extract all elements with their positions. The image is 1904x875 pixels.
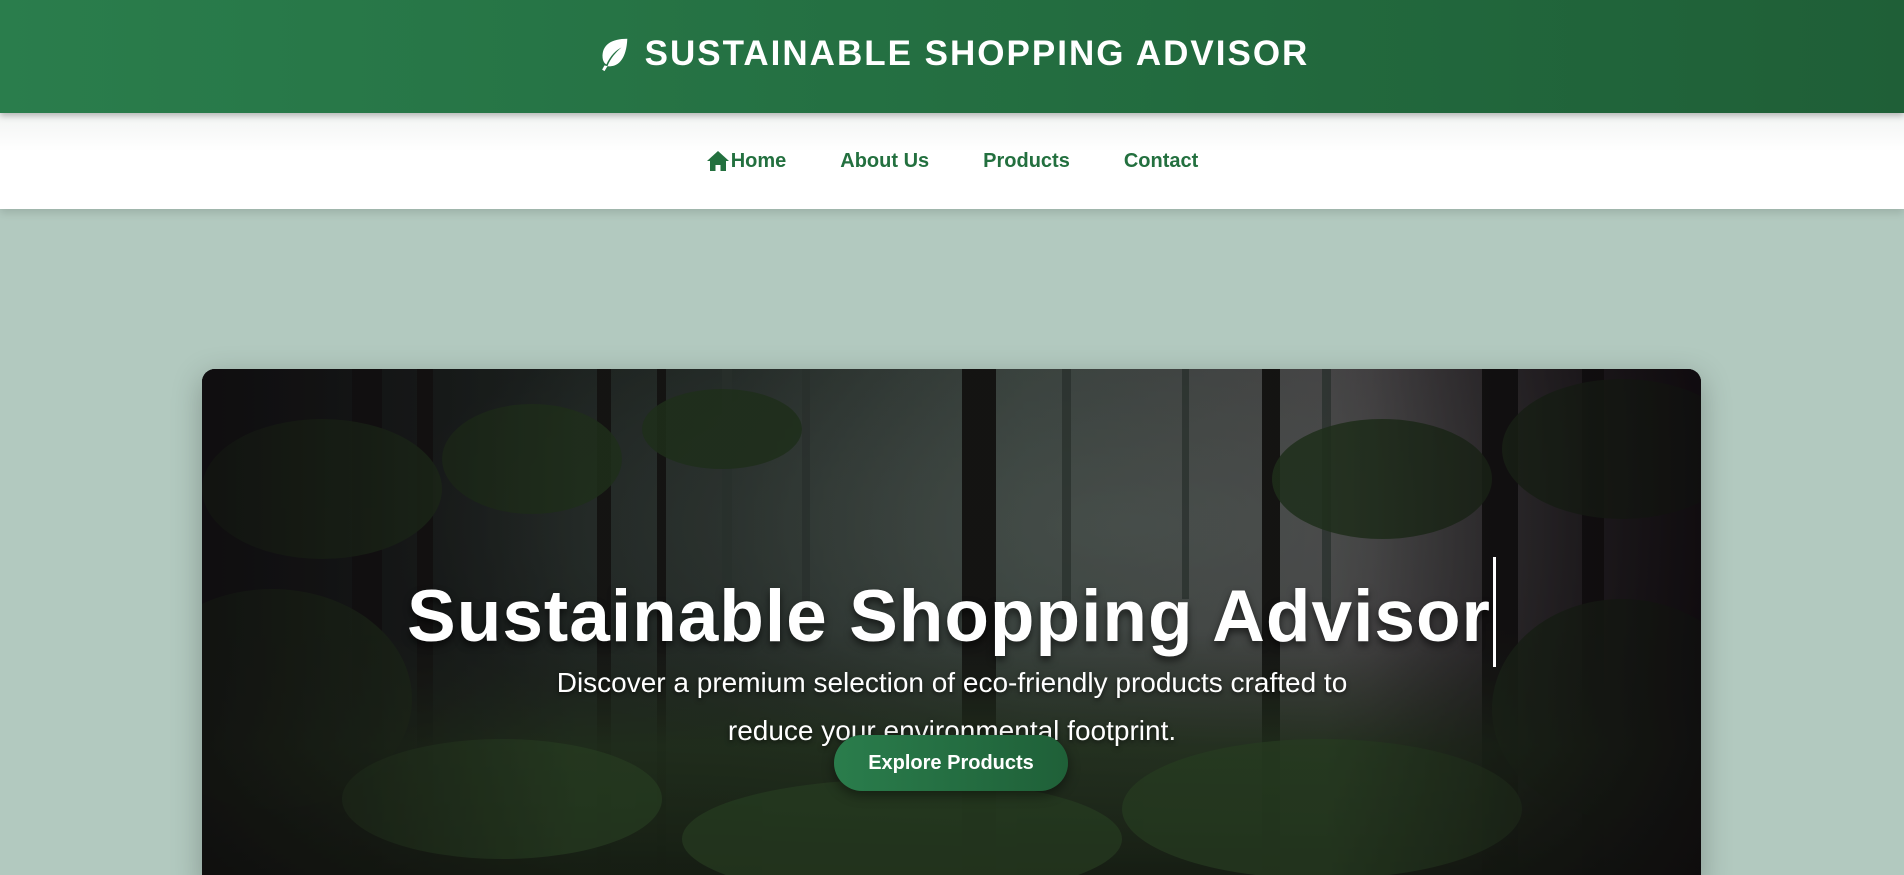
site-header: SUSTAINABLE SHOPPING ADVISOR (0, 0, 1904, 113)
nav-item-label: Home (730, 149, 787, 172)
nav-item-label: Contact (1123, 149, 1199, 172)
nav-item-contact[interactable]: Contact (1124, 150, 1198, 173)
nav-item-label: About Us (840, 149, 930, 172)
main-nav: Home About Us Products Contact (0, 113, 1904, 209)
explore-products-button[interactable]: Explore Products (834, 735, 1068, 791)
brand[interactable]: SUSTAINABLE SHOPPING ADVISOR (0, 34, 1904, 74)
home-icon (706, 151, 729, 171)
nav-item-home[interactable]: Home (706, 149, 787, 173)
nav-item-label: Products (983, 149, 1070, 172)
hero-title-text: Sustainable Shopping Advisor (407, 575, 1491, 657)
site-title: SUSTAINABLE SHOPPING ADVISOR (644, 34, 1310, 73)
hero-section: Sustainable Shopping Advisor Discover a … (202, 369, 1701, 875)
hero-title: Sustainable Shopping Advisor (202, 556, 1701, 667)
nav-item-products[interactable]: Products (983, 150, 1070, 173)
nav-links: Home About Us Products Contact (0, 113, 1904, 209)
leaf-icon (601, 38, 627, 72)
nav-item-about-us[interactable]: About Us (840, 150, 929, 173)
text-caret (1492, 556, 1496, 667)
